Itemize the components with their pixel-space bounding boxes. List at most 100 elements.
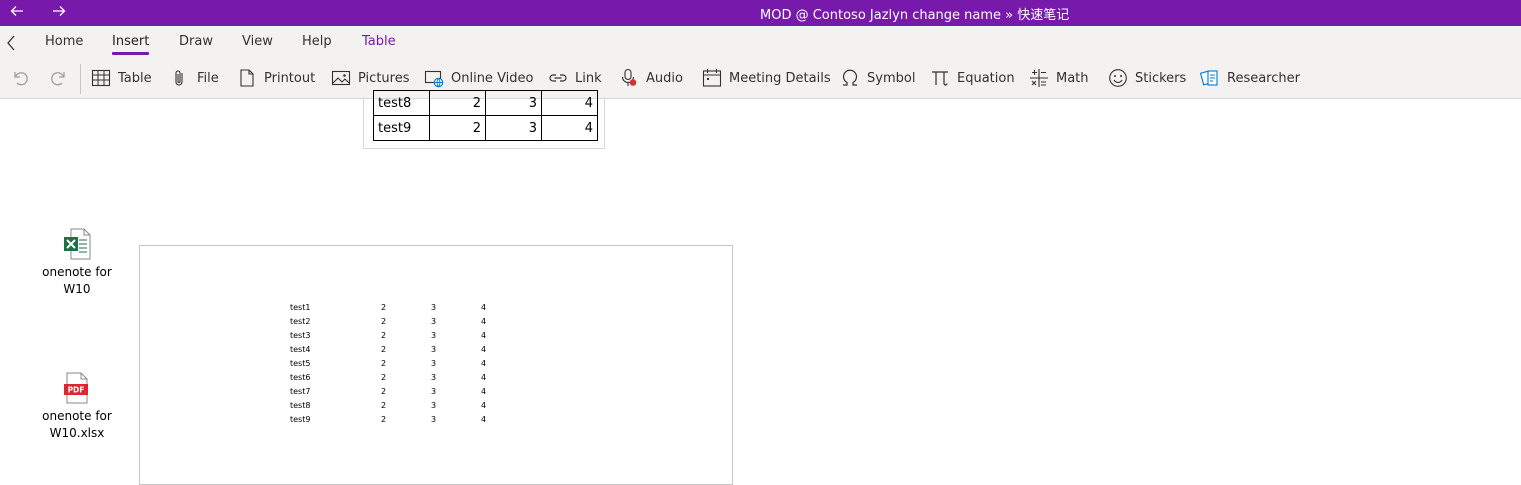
meeting-details-button[interactable]: Meeting Details [702,66,831,90]
calendar-icon [702,69,722,87]
insert-equation-button[interactable]: Equation [930,66,1015,90]
table-cell[interactable]: 4 [541,90,598,116]
printout-cell: 2 [381,302,387,312]
title-bar: MOD @ Contoso Jazlyn change name » 快速笔记 [0,0,1521,26]
table-cell[interactable]: test8 [373,90,430,116]
attachment-label: W10 [63,282,91,296]
printout-cell: 3 [431,344,437,354]
attachment-label: onenote for [42,265,112,279]
svg-text:PDF: PDF [68,386,85,395]
excel-attachment[interactable]: onenote for W10 [27,228,127,298]
stickers-label: Stickers [1135,70,1187,86]
insert-link-label: Link [575,70,602,86]
undo-icon[interactable] [9,66,31,90]
printout-cell: 2 [381,358,387,368]
online-video-icon [424,70,444,88]
printout-cell: 3 [431,414,437,424]
tab-help[interactable]: Help [302,34,332,49]
table-cell[interactable]: test9 [373,115,430,141]
file-printout[interactable]: test1 2 3 4 test2 2 3 4 test3 2 3 4 test4 2 3 4 test5 2 3 4… [139,245,733,485]
insert-symbol-button[interactable]: Symbol [840,66,915,90]
pdf-attachment[interactable]: PDF onenote for W10.xlsx [27,372,127,442]
ribbon-tabs: Home Insert Draw View Help Table [0,26,1521,60]
printout-cell: 2 [381,386,387,396]
researcher-button[interactable]: Researcher [1200,66,1300,90]
table-cell[interactable]: 2 [429,90,486,116]
record-audio-button[interactable]: Audio [619,66,683,90]
printout-cell: 3 [431,302,437,312]
printout-row: test6 2 3 4 [290,370,531,384]
page-canvas[interactable]: test8 2 3 4 test9 2 3 4 onenote for W10 [0,90,1521,485]
note-table[interactable]: test8 2 3 4 test9 2 3 4 [373,90,598,141]
printout-cell: test4 [290,344,311,354]
researcher-label: Researcher [1227,70,1300,86]
insert-equation-label: Equation [957,70,1015,86]
math-button[interactable]: Math [1029,66,1089,90]
toolbar-separator [80,64,81,94]
tab-insert[interactable]: Insert [112,34,150,55]
ribbon: Home Insert Draw View Help Table Table F… [0,26,1521,99]
table-icon [91,69,111,87]
pdf-file-icon: PDF [64,372,88,404]
table-cell[interactable]: 2 [429,115,486,141]
insert-link-button[interactable]: Link [548,66,602,90]
record-audio-label: Audio [646,70,683,86]
printout-cell: 3 [431,330,437,340]
document-icon [240,69,254,87]
insert-pictures-button[interactable]: Pictures [331,66,409,90]
tab-draw[interactable]: Draw [179,34,213,49]
meeting-details-label: Meeting Details [729,70,831,86]
printout-row: test1 2 3 4 [290,300,531,314]
forward-arrow-icon[interactable] [44,0,74,22]
collapse-navigation-chevron-icon[interactable] [3,34,19,52]
table-row[interactable]: test9 2 3 4 [373,115,598,141]
insert-symbol-label: Symbol [867,70,916,86]
link-icon [549,74,567,82]
printout-cell: 2 [381,414,387,424]
printout-cell: 3 [431,372,437,382]
printout-cell: 3 [431,316,437,326]
insert-table-button[interactable]: Table [91,66,152,90]
omega-icon [842,69,858,86]
printout-row: test2 2 3 4 [290,314,531,328]
printout-row: test4 2 3 4 [290,342,531,356]
math-label: Math [1056,70,1089,86]
table-cell[interactable]: 3 [485,90,542,116]
printout-cell: test1 [290,302,311,312]
picture-icon [331,70,351,86]
printout-row: test9 2 3 4 [290,412,531,426]
printout-cell: 2 [381,344,387,354]
printout-rows: test1 2 3 4 test2 2 3 4 test3 2 3 4 test4 2 3 4 test5 2 3 4… [290,300,531,426]
insert-printout-button[interactable]: Printout [237,66,315,90]
insert-online-video-label: Online Video [451,70,534,86]
attachment-label: onenote for [42,409,112,423]
printout-cell: 2 [381,372,387,382]
insert-online-video-button[interactable]: Online Video [424,66,534,90]
tab-home[interactable]: Home [45,34,83,49]
window-title: MOD @ Contoso Jazlyn change name » 快速笔记 [760,8,1070,23]
printout-cell: 4 [481,358,487,368]
table-row[interactable]: test8 2 3 4 [373,90,598,116]
printout-cell: 4 [481,400,487,410]
table-cell[interactable]: 4 [541,115,598,141]
printout-cell: 3 [431,386,437,396]
table-cell[interactable]: 3 [485,115,542,141]
printout-cell: 4 [481,386,487,396]
tab-view[interactable]: View [242,34,273,49]
note-table-container[interactable]: test8 2 3 4 test9 2 3 4 [363,90,605,149]
insert-file-button[interactable]: File [170,66,219,90]
stickers-button[interactable]: Stickers [1108,66,1186,90]
insert-table-label: Table [118,70,152,86]
printout-cell: 2 [381,330,387,340]
researcher-icon [1200,70,1218,86]
redo-icon[interactable] [48,66,70,90]
printout-cell: test3 [290,330,311,340]
printout-cell: 4 [481,330,487,340]
printout-cell: 4 [481,344,487,354]
printout-row: test7 2 3 4 [290,384,531,398]
tab-table[interactable]: Table [362,34,396,49]
back-arrow-icon[interactable] [2,0,32,22]
printout-row: test8 2 3 4 [290,398,531,412]
math-operators-icon [1030,69,1048,87]
microphone-icon [621,68,637,86]
